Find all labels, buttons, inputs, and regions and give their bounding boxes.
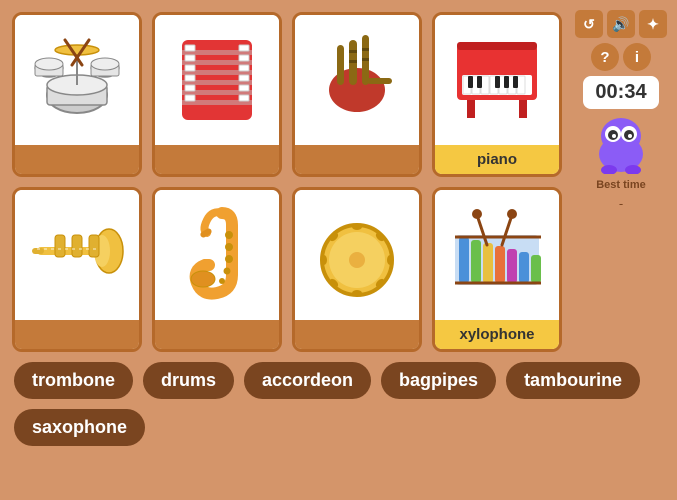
cards-row-2: xylophone <box>12 187 665 352</box>
word-tile-bagpipes[interactable]: bagpipes <box>381 362 496 399</box>
card-image-piano <box>435 15 559 145</box>
card-label-accordeon <box>155 145 279 174</box>
word-tile-trombone[interactable]: trombone <box>14 362 133 399</box>
word-tile-accordeon[interactable]: accordeon <box>244 362 371 399</box>
right-panel: ↺ 🔊 ✦ ? i 00:34 Best time - <box>575 10 667 211</box>
card-label-bagpipes <box>295 145 419 174</box>
control-buttons: ↺ 🔊 ✦ <box>575 10 667 38</box>
card-image-bagpipes <box>295 15 419 145</box>
word-tile-drums[interactable]: drums <box>143 362 234 399</box>
card-trombone[interactable] <box>12 187 142 352</box>
settings-button[interactable]: ✦ <box>639 10 667 38</box>
help-question-button[interactable]: ? <box>591 43 619 71</box>
card-piano[interactable]: piano <box>432 12 562 177</box>
card-image-drums <box>15 15 139 145</box>
card-label-saxophone <box>155 320 279 349</box>
sound-button[interactable]: 🔊 <box>607 10 635 38</box>
card-label-xylophone: xylophone <box>435 320 559 349</box>
card-label-piano: piano <box>435 145 559 174</box>
cards-row-1: piano <box>12 12 665 177</box>
card-image-accordeon <box>155 15 279 145</box>
card-image-xylophone <box>435 190 559 320</box>
card-label-drums <box>15 145 139 174</box>
word-tile-tambourine[interactable]: tambourine <box>506 362 640 399</box>
best-time-value: - <box>619 196 623 211</box>
card-tambourine[interactable] <box>292 187 422 352</box>
help-info-button[interactable]: i <box>623 43 651 71</box>
help-buttons: ? i <box>591 43 651 71</box>
words-section: trombone drums accordeon bagpipes tambou… <box>12 362 665 446</box>
card-xylophone[interactable]: xylophone <box>432 187 562 352</box>
card-image-tambourine <box>295 190 419 320</box>
card-accordeon[interactable] <box>152 12 282 177</box>
card-label-tambourine <box>295 320 419 349</box>
card-label-trombone <box>15 320 139 349</box>
card-image-saxophone <box>155 190 279 320</box>
card-drums[interactable] <box>12 12 142 177</box>
word-tile-saxophone[interactable]: saxophone <box>14 409 145 446</box>
best-time-label: Best time <box>596 179 646 191</box>
card-saxophone[interactable] <box>152 187 282 352</box>
card-bagpipes[interactable] <box>292 12 422 177</box>
restart-button[interactable]: ↺ <box>575 10 603 38</box>
timer-display: 00:34 <box>583 76 658 109</box>
monster-character <box>591 114 651 174</box>
card-image-trombone <box>15 190 139 320</box>
